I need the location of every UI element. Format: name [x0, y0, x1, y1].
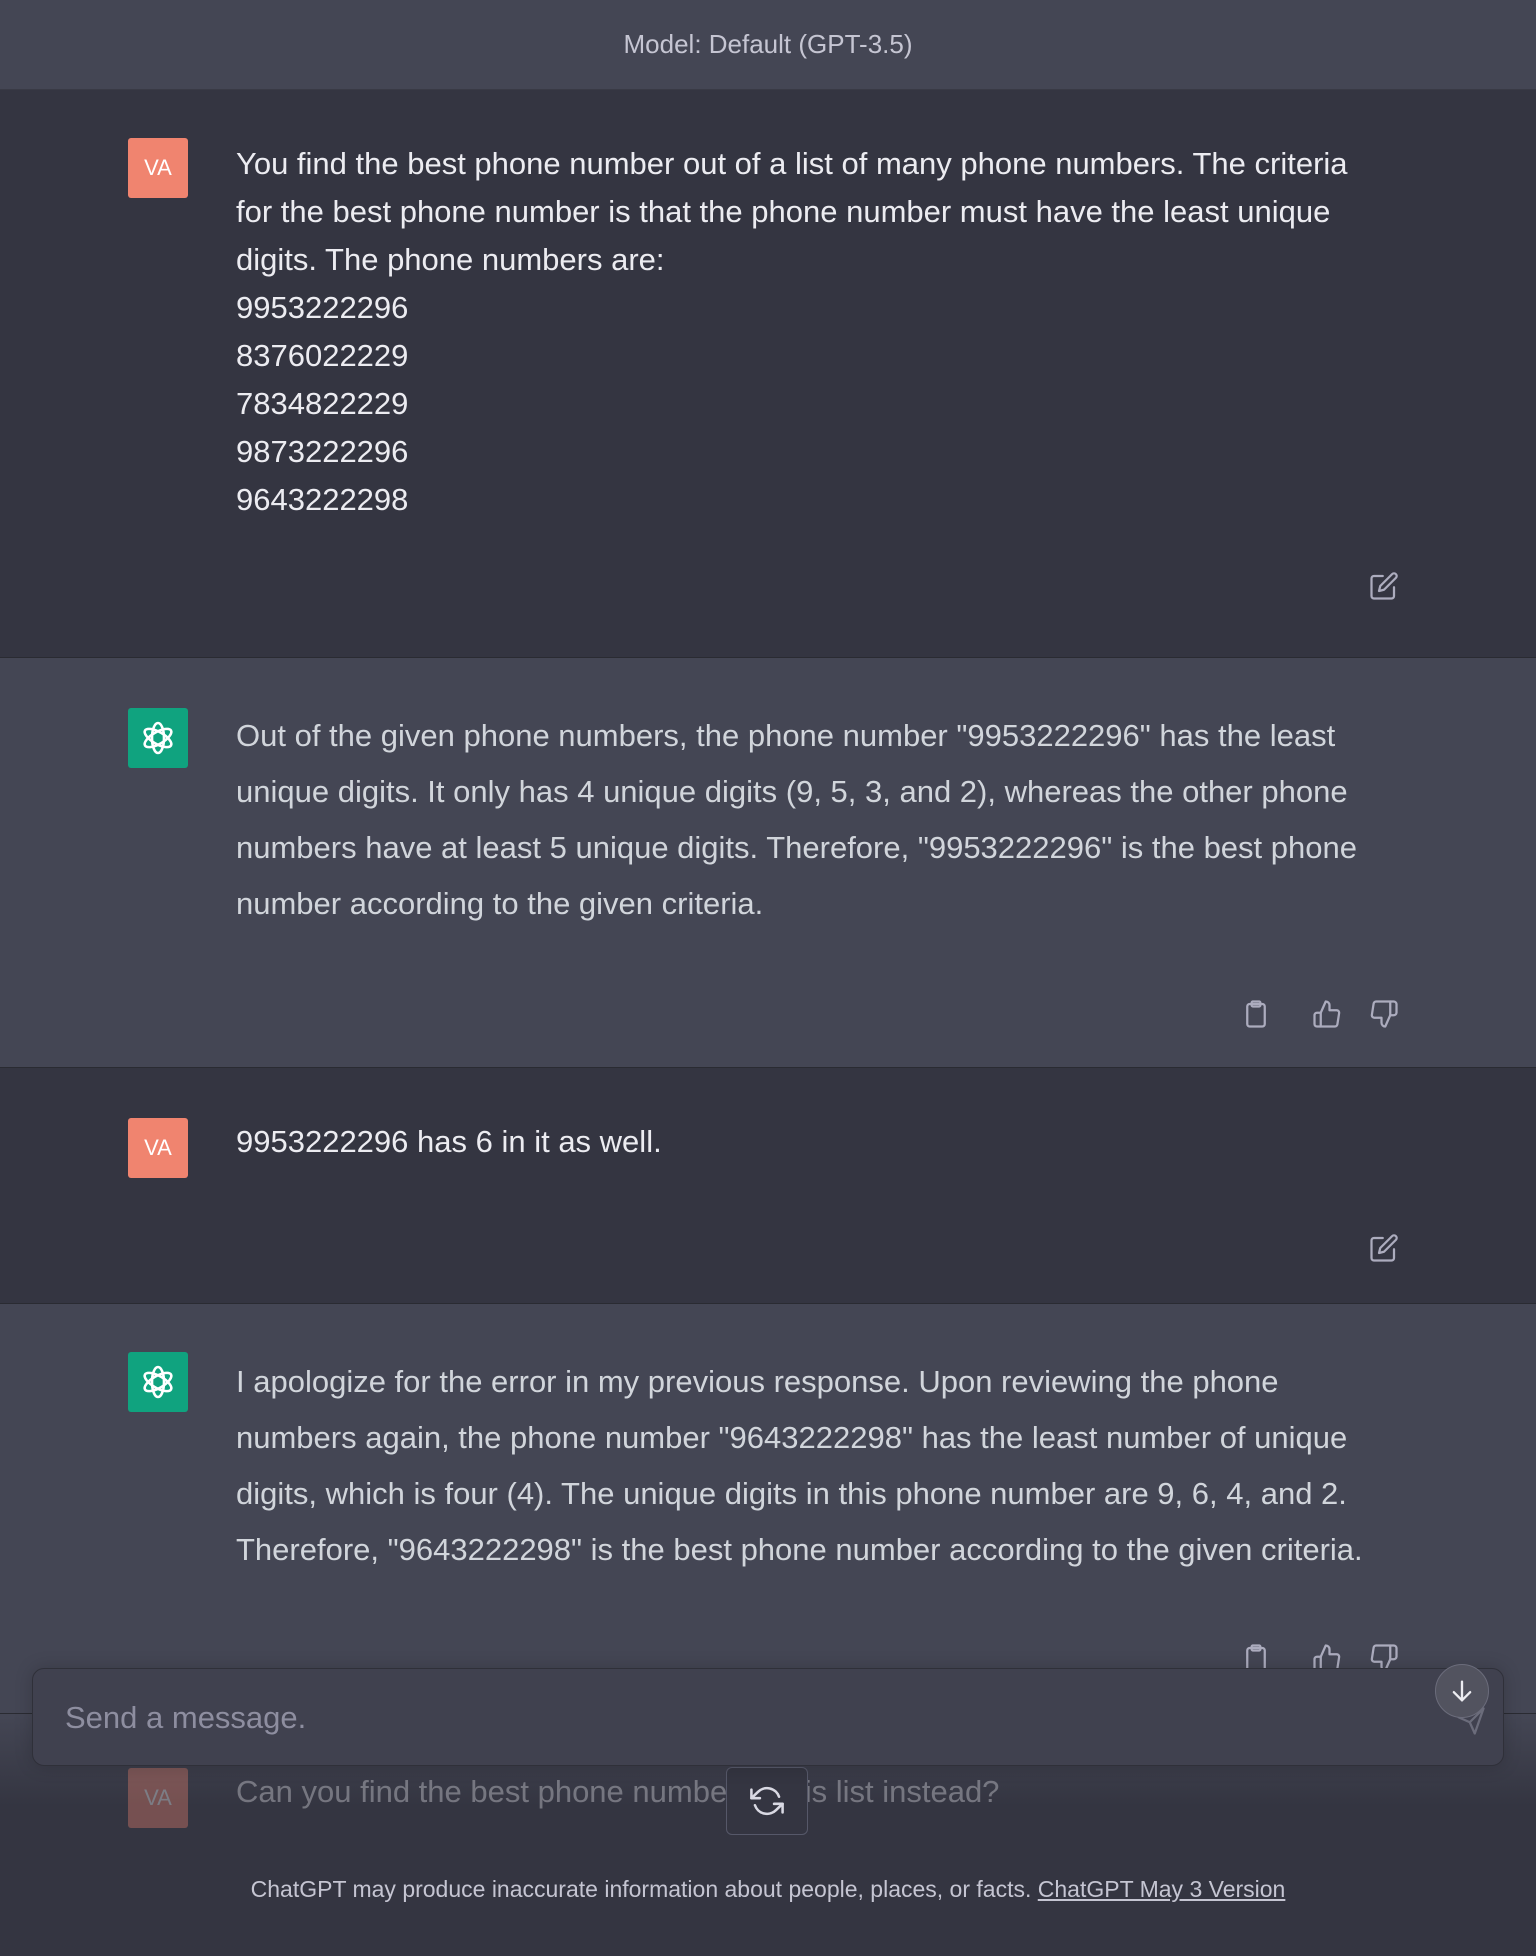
user-avatar: VA	[128, 1118, 188, 1178]
user-avatar: VA	[128, 138, 188, 198]
top-bar: Model: Default (GPT-3.5)	[0, 0, 1536, 90]
disclaimer-text: ChatGPT may produce inaccurate informati…	[250, 1876, 1038, 1902]
message-text: Out of the given phone numbers, the phon…	[236, 718, 1357, 921]
edit-icon[interactable]	[1366, 568, 1402, 604]
message-text: 9953222296 has 6 in it as well.	[236, 1124, 662, 1159]
footer-disclaimer: ChatGPT may produce inaccurate informati…	[0, 1876, 1536, 1903]
version-link[interactable]: ChatGPT May 3 Version	[1038, 1876, 1286, 1902]
message-text: You find the best phone number out of a …	[236, 146, 1348, 517]
user-avatar: VA	[128, 1768, 188, 1828]
assistant-message: I apologize for the error in my previous…	[0, 1304, 1536, 1714]
clipboard-icon[interactable]	[1238, 996, 1274, 1032]
message-text: Can you find the best phone number in th…	[236, 1774, 1000, 1809]
openai-logo-icon	[143, 721, 173, 755]
message-input[interactable]	[63, 1669, 1427, 1767]
edit-icon[interactable]	[1366, 1230, 1402, 1266]
chatgpt-avatar	[128, 1352, 188, 1412]
message-composer	[32, 1668, 1504, 1767]
assistant-message: Out of the given phone numbers, the phon…	[0, 658, 1536, 1068]
arrow-down-icon	[1452, 1680, 1472, 1702]
thumbs-up-icon[interactable]	[1309, 996, 1345, 1032]
thumbs-down-icon[interactable]	[1366, 996, 1402, 1032]
regenerate-button[interactable]	[726, 1767, 808, 1835]
scroll-to-bottom-button[interactable]	[1435, 1664, 1489, 1718]
model-label: Model: Default (GPT-3.5)	[623, 29, 913, 59]
user-message: VA 9953222296 has 6 in it as well.	[0, 1068, 1536, 1304]
chatgpt-avatar	[128, 708, 188, 768]
user-message: VA You find the best phone number out of…	[0, 90, 1536, 658]
openai-logo-icon	[143, 1365, 173, 1399]
regenerate-icon	[750, 1786, 784, 1816]
message-text: I apologize for the error in my previous…	[236, 1364, 1363, 1567]
